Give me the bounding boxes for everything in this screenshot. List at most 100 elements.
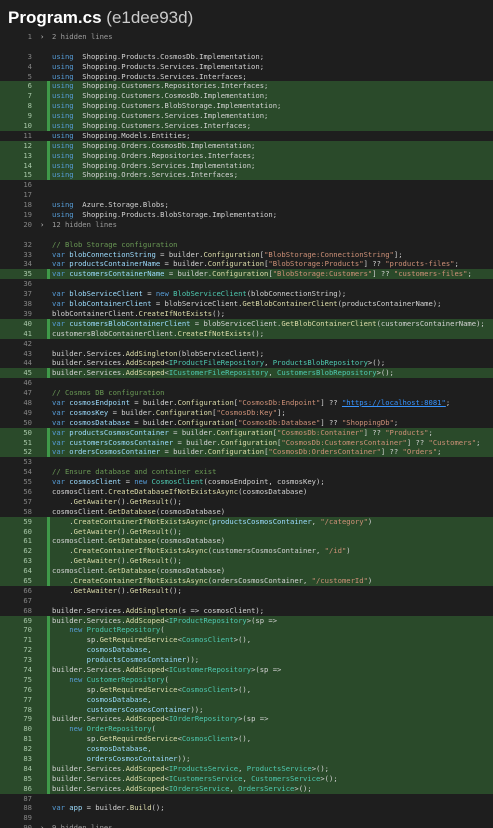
code-token: IProductsService [168, 763, 239, 773]
code-token: , [147, 694, 152, 704]
line-number: 63 [23, 556, 32, 566]
code-token: Configuration [207, 259, 265, 269]
code-diff-view[interactable]: 1 › 2 hidden lines 3 using Shopping.Products… [0, 32, 493, 828]
added-line-marker [47, 111, 50, 122]
code-token: var [52, 427, 65, 437]
code-token: builder.Services. [52, 615, 126, 625]
code-token: productsContainerName [64, 259, 161, 269]
code-token: AddScoped [125, 665, 165, 674]
code-token: Shopping.Customers.CosmosDb.Implementati… [73, 91, 269, 101]
code-line: 7 using Shopping.Customers.CosmosDb.Imple… [0, 91, 493, 102]
line-code: using Shopping.Customers.CosmosDb.Implem… [52, 91, 268, 101]
code-token: ( [151, 724, 156, 734]
code-token: blobContainerClient. [52, 308, 139, 318]
line-number: 84 [23, 763, 32, 773]
code-token: var [52, 249, 65, 259]
code-token: builder.Services. [52, 665, 126, 674]
line-number: 42 [23, 338, 32, 348]
code-token: "CosmosDb:Endpoint" [238, 397, 321, 407]
code-token: AddSingleton [125, 348, 178, 358]
line-number: 60 [23, 526, 32, 536]
code-token: using [52, 150, 74, 160]
code-token: Shopping.Customers.Services.Implementati… [73, 111, 269, 121]
hidden-lines-toggle[interactable]: 90 › 9 hidden lines [0, 823, 493, 828]
line-number: 45 [23, 368, 32, 378]
line-number: 35 [23, 269, 32, 279]
chevron-right-icon[interactable]: › [40, 32, 44, 42]
code-token: new [52, 674, 83, 684]
code-line: 56 cosmosClient.CreateDatabaseIfNotExists… [0, 487, 493, 497]
code-line: 50 var cosmosDatabase = builder.Configura… [0, 418, 493, 428]
code-token: . [52, 546, 74, 556]
code-token: >(); [311, 763, 329, 773]
code-token: using [52, 91, 74, 101]
code-token: var [52, 259, 65, 269]
code-token: AddScoped [125, 358, 165, 368]
line-code: using Azure.Storage.Blobs; [52, 200, 169, 210]
code-token: ] ?? [363, 259, 386, 269]
code-token: CosmosClient [181, 734, 234, 744]
code-token: ; [428, 427, 433, 437]
code-token: cosmosClient. [52, 566, 109, 576]
code-token: customersBlobContainerClient. [52, 328, 178, 338]
hidden-lines-toggle[interactable]: 20 › 12 hidden lines [0, 220, 493, 230]
hidden-lines-toggle[interactable]: 1 › 2 hidden lines [0, 32, 493, 42]
code-token: Configuration [207, 447, 265, 457]
code-line: 80 new OrderRepository( [0, 724, 493, 735]
code-token: var [52, 269, 65, 279]
code-token: GetResult [129, 496, 169, 506]
code-token: AddSingleton [125, 605, 178, 615]
line-code: var blobConnectionString = builder.Confi… [52, 250, 403, 260]
line-number: 67 [23, 595, 32, 605]
code-token: >(); [367, 358, 386, 368]
line-number: 82 [23, 744, 32, 754]
code-token: GetDatabase [108, 506, 156, 516]
code-token: (); [151, 803, 165, 813]
code-token: Shopping.Customers.Services.Interfaces; [73, 121, 252, 131]
line-number: 54 [23, 467, 32, 477]
code-line: 76 sp.GetRequiredService<CosmosClient>()… [0, 684, 493, 695]
line-code: .CreateContainerIfNotExistsAsync(ordersC… [52, 576, 372, 586]
code-token: "https://localhost:8081" [341, 397, 446, 407]
code-token: builder.Services. [52, 763, 126, 773]
line-number: 59 [23, 516, 32, 526]
line-number: 8 [27, 101, 32, 111]
code-token: = builder. [160, 259, 208, 269]
code-token: ; [445, 397, 451, 407]
chevron-right-icon[interactable]: › [40, 220, 44, 230]
code-token: ; [476, 437, 481, 447]
code-token: using [52, 160, 74, 170]
code-token: OrdersService [238, 783, 295, 793]
line-code: builder.Services.AddScoped<IProductRepos… [52, 616, 277, 626]
code-token: ]; [393, 249, 403, 259]
code-token: "CosmosDb:OrdersContainer" [268, 447, 381, 457]
line-number: 32 [23, 239, 32, 249]
line-number: 56 [23, 486, 32, 496]
added-line-marker [47, 437, 50, 448]
line-number: 58 [23, 506, 32, 516]
line-code: var blobContainerClient = blobServiceCli… [52, 299, 441, 309]
chevron-right-icon[interactable]: › [40, 823, 44, 828]
code-token: Shopping.Orders.Repositories.Interfaces; [73, 150, 256, 160]
code-token: (cosmosDatabase) [155, 536, 226, 546]
code-token: "BlobStorage:Products" [268, 259, 364, 269]
line-code: var cosmosDatabase = builder.Configurati… [52, 418, 398, 428]
code-line: 84 builder.Services.AddScoped<IProductsSe… [0, 763, 493, 774]
line-code: var customersBlobContainerClient = blobS… [52, 319, 485, 329]
code-token: = builder. [160, 447, 208, 457]
code-token: ICustomersService [168, 773, 243, 783]
code-token: = blobServiceClient. [190, 318, 282, 328]
code-token: (); [251, 328, 265, 338]
line-number: 87 [23, 793, 32, 803]
line-number: 81 [23, 734, 32, 744]
code-token: IProductFileRepository [168, 358, 265, 368]
line-code: cosmosDatabase, [52, 744, 152, 754]
code-token: blobContainerClient [64, 299, 152, 309]
added-line-marker [47, 81, 50, 92]
added-line-marker [47, 150, 50, 161]
code-line: 43 builder.Services.AddSingleton(blobServ… [0, 349, 493, 359]
code-token: = builder. [129, 397, 178, 407]
code-line: 15 using Shopping.Orders.Services.Interfa… [0, 170, 493, 181]
code-token: = [121, 477, 135, 487]
code-token: (); [168, 556, 182, 566]
